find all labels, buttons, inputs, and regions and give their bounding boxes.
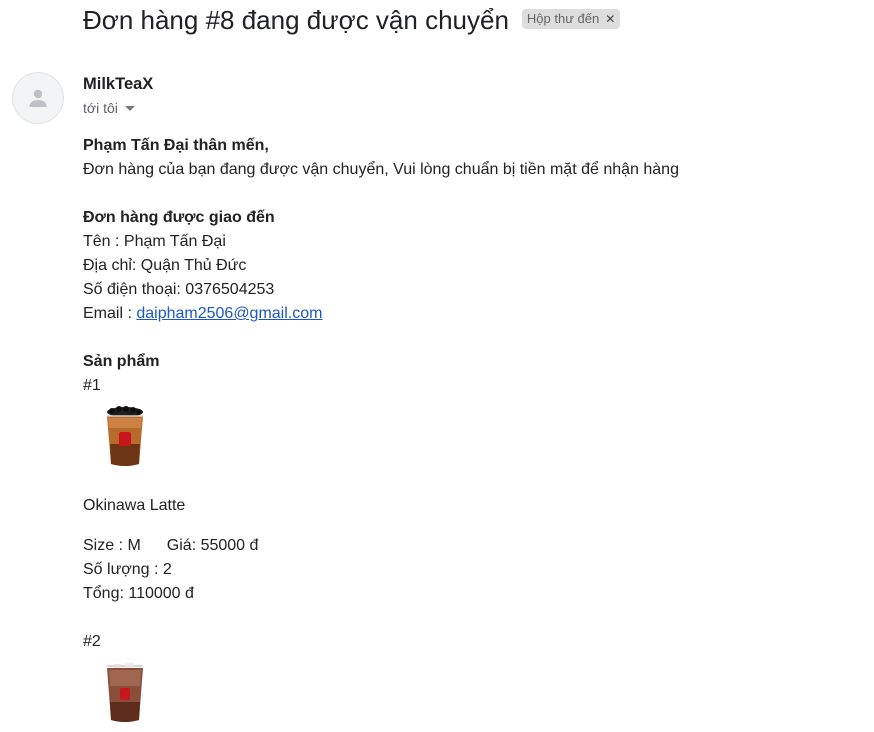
product-quantity: Số lượng : 2 xyxy=(83,561,172,578)
message: Đơn hàng của bạn đang được vận chuyển, V… xyxy=(83,161,679,178)
product-size-price: Size : M Giá: 55000 đ xyxy=(83,534,843,558)
product-index: #2 xyxy=(83,633,101,650)
inbox-label-chip[interactable]: Hộp thư đến ✕ xyxy=(521,9,621,29)
customer-name: Tên : Phạm Tấn Đại xyxy=(83,233,226,250)
product-name: Okinawa Latte xyxy=(83,497,186,514)
email-body: Phạm Tấn Đại thân mến, Đơn hàng của bạn … xyxy=(83,134,843,726)
delivery-heading: Đơn hàng được giao đến xyxy=(83,209,275,226)
chevron-down-icon[interactable] xyxy=(124,105,135,111)
product-index: #1 xyxy=(83,377,101,394)
customer-address: Địa chỉ: Quận Thủ Đức xyxy=(83,257,247,274)
inbox-label-text: Hộp thư đến xyxy=(526,11,600,26)
milk-tea-image xyxy=(107,663,143,722)
customer-email: Email : daipham2506@gmail.com xyxy=(83,302,843,326)
milk-tea-image xyxy=(107,406,143,466)
sender-name[interactable]: MilkTeaX xyxy=(83,75,153,94)
product-price: Giá: 55000 đ xyxy=(166,537,259,554)
email-label: Email : xyxy=(83,305,137,322)
avatar[interactable] xyxy=(12,72,64,124)
email-subject: Đơn hàng #8 đang được vận chuyển xyxy=(83,5,509,35)
person-icon xyxy=(29,89,47,107)
email-view: Đơn hàng #8 đang được vận chuyển Hộp thư… xyxy=(0,0,874,732)
products-heading: Sản phẩm xyxy=(83,353,160,370)
recipient-text: tới tôi xyxy=(83,100,118,116)
product-size: Size : M xyxy=(83,537,141,554)
close-icon[interactable]: ✕ xyxy=(605,9,615,29)
subject-row: Đơn hàng #8 đang được vận chuyển Hộp thư… xyxy=(83,4,621,36)
email-link[interactable]: daipham2506@gmail.com xyxy=(136,305,322,322)
product-total: Tổng: 110000 đ xyxy=(83,585,194,602)
greeting: Phạm Tấn Đại thân mến, xyxy=(83,137,269,154)
recipient-toggle[interactable]: tới tôi xyxy=(83,100,135,116)
customer-phone: Số điện thoại: 0376504253 xyxy=(83,281,275,298)
